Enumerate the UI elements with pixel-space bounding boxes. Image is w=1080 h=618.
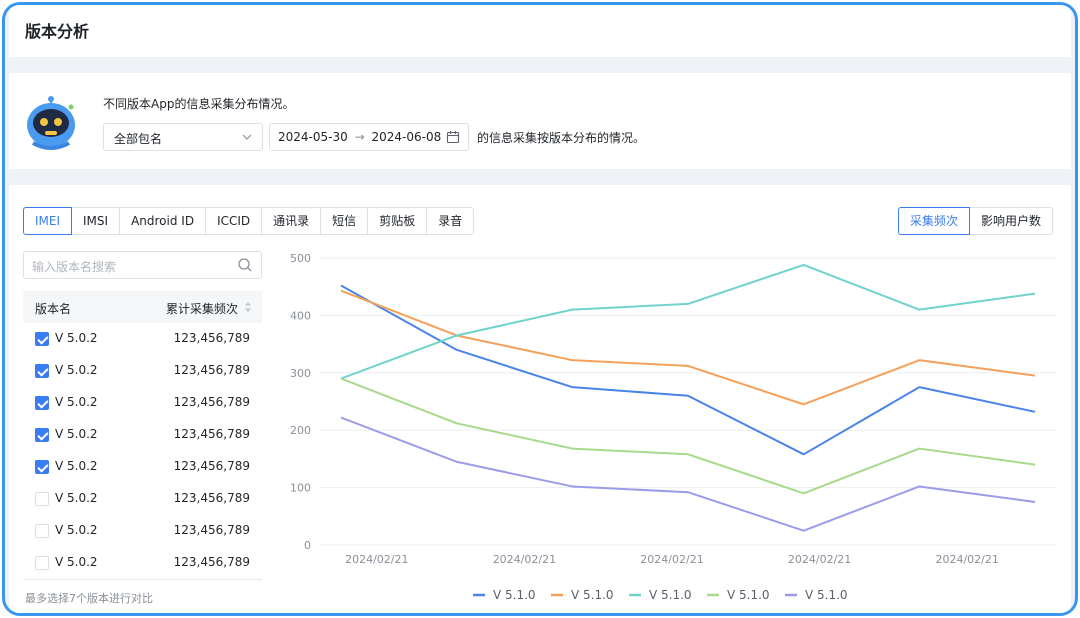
- table-row[interactable]: V 5.0.2 123,456,789: [23, 323, 262, 355]
- x-tick-label: 2024/02/21: [788, 553, 851, 566]
- version-count: 123,456,789: [173, 491, 250, 505]
- column-total-frequency[interactable]: 累计采集频次: [166, 300, 238, 317]
- sort-icon[interactable]: [244, 301, 252, 313]
- intro-description: 不同版本App的信息采集分布情况。: [103, 97, 295, 111]
- version-name: V 5.0.2: [55, 363, 98, 377]
- table-row[interactable]: V 5.0.2 123,456,789: [23, 387, 262, 419]
- toggle-affected-users[interactable]: 影响用户数: [968, 207, 1053, 235]
- table-row[interactable]: V 5.0.2 123,456,789: [23, 355, 262, 387]
- table-row[interactable]: V 5.0.2 123,456,789: [23, 547, 262, 579]
- y-tick-label: 300: [290, 367, 311, 380]
- analysis-panel: IMEI IMSI Android ID ICCID 通讯录 短信 剪贴板 录音…: [9, 185, 1071, 613]
- legend-label: V 5.1.0: [805, 588, 848, 602]
- package-select-value: 全部包名: [114, 132, 163, 146]
- version-name: V 5.0.2: [55, 395, 98, 409]
- table-row[interactable]: V 5.0.2 123,456,789: [23, 483, 262, 515]
- version-count: 123,456,789: [173, 363, 250, 377]
- page-title: 版本分析: [25, 22, 90, 41]
- version-count: 123,456,789: [173, 555, 250, 569]
- x-tick-label: 2024/02/21: [935, 553, 998, 566]
- version-checkbox[interactable]: [35, 396, 49, 410]
- date-range-picker[interactable]: 2024-05-30 → 2024-06-08: [269, 123, 469, 151]
- version-count: 123,456,789: [173, 395, 250, 409]
- version-table-body: V 5.0.2 123,456,789 V 5.0.2 123,456,789 V 5.…: [23, 323, 262, 579]
- series-line: [340, 416, 1036, 532]
- data-type-tabs: IMEI IMSI Android ID ICCID 通讯录 短信 剪贴板 录音: [23, 207, 475, 235]
- version-checkbox[interactable]: [35, 364, 49, 378]
- version-checkbox[interactable]: [35, 524, 49, 538]
- calendar-icon: [446, 131, 460, 144]
- tab-imsi[interactable]: IMSI: [71, 207, 121, 235]
- version-name: V 5.0.2: [55, 331, 98, 345]
- date-range-arrow: →: [354, 130, 365, 144]
- date-start: 2024-05-30: [278, 130, 348, 144]
- date-range-suffix: 的信息采集按版本分布的情况。: [477, 131, 646, 145]
- tab-clipboard[interactable]: 剪贴板: [367, 207, 428, 235]
- y-tick-label: 200: [290, 424, 311, 437]
- version-count: 123,456,789: [173, 523, 250, 537]
- legend-label: V 5.1.0: [571, 588, 614, 602]
- version-name: V 5.0.2: [55, 523, 98, 537]
- version-table-header: 版本名 累计采集频次: [23, 291, 262, 323]
- legend-label: V 5.1.0: [649, 588, 692, 602]
- y-tick-label: 400: [290, 309, 311, 322]
- legend-label: V 5.1.0: [493, 588, 536, 602]
- tab-contacts[interactable]: 通讯录: [261, 207, 322, 235]
- search-icon[interactable]: [237, 257, 253, 273]
- y-tick-label: 100: [290, 482, 311, 495]
- version-count: 123,456,789: [173, 459, 250, 473]
- version-line-chart: 0 100 200 300 400 500 2024/02/21 2024/02/21 2024…: [290, 252, 1057, 602]
- version-name: V 5.0.2: [55, 555, 98, 569]
- tab-android-id[interactable]: Android ID: [119, 207, 207, 235]
- version-checkbox[interactable]: [35, 460, 49, 474]
- tab-imei[interactable]: IMEI: [23, 207, 73, 235]
- intro-panel: 不同版本App的信息采集分布情况。 全部包名 2024-05-30 → 2024…: [9, 73, 1071, 169]
- version-name: V 5.0.2: [55, 491, 98, 505]
- legend-label: V 5.1.0: [727, 588, 770, 602]
- robot-mascot-icon: [27, 96, 75, 150]
- version-search-input[interactable]: 输入版本名搜索: [23, 251, 262, 279]
- version-count: 123,456,789: [173, 427, 250, 441]
- package-select[interactable]: 全部包名: [103, 123, 263, 151]
- chevron-down-icon: [242, 134, 252, 140]
- version-checkbox[interactable]: [35, 492, 49, 506]
- version-checkbox[interactable]: [35, 332, 49, 346]
- y-tick-label: 500: [290, 252, 311, 265]
- metric-toggle: 采集频次 影响用户数: [897, 207, 1053, 235]
- x-tick-label: 2024/02/21: [493, 553, 556, 566]
- app-frame: 版本分析 不同版本App的信息采集分布情况。 全部包名 2024-05-30 →…: [2, 2, 1078, 616]
- version-name: V 5.0.2: [55, 459, 98, 473]
- version-name: V 5.0.2: [55, 427, 98, 441]
- table-row[interactable]: V 5.0.2 123,456,789: [23, 419, 262, 451]
- search-placeholder: 输入版本名搜索: [32, 260, 117, 274]
- table-row[interactable]: V 5.0.2 123,456,789: [23, 451, 262, 483]
- version-checkbox[interactable]: [35, 556, 49, 570]
- tab-recording[interactable]: 录音: [426, 207, 475, 235]
- series-line: [340, 284, 1036, 456]
- x-tick-label: 2024/02/21: [345, 553, 408, 566]
- toggle-frequency[interactable]: 采集频次: [897, 207, 970, 235]
- selection-limit-hint: 最多选择7个版本进行对比: [25, 592, 153, 605]
- version-count: 123,456,789: [173, 331, 250, 345]
- x-tick-label: 2024/02/21: [640, 553, 703, 566]
- table-row[interactable]: V 5.0.2 123,456,789: [23, 515, 262, 547]
- date-end: 2024-06-08: [371, 130, 442, 144]
- column-version-name: 版本名: [35, 302, 72, 316]
- page-header: 版本分析: [9, 5, 1071, 57]
- tab-sms[interactable]: 短信: [320, 207, 369, 235]
- table-bottom-divider: [23, 579, 262, 580]
- version-checkbox[interactable]: [35, 428, 49, 442]
- tab-iccid[interactable]: ICCID: [205, 207, 263, 235]
- y-tick-label: 0: [304, 539, 311, 552]
